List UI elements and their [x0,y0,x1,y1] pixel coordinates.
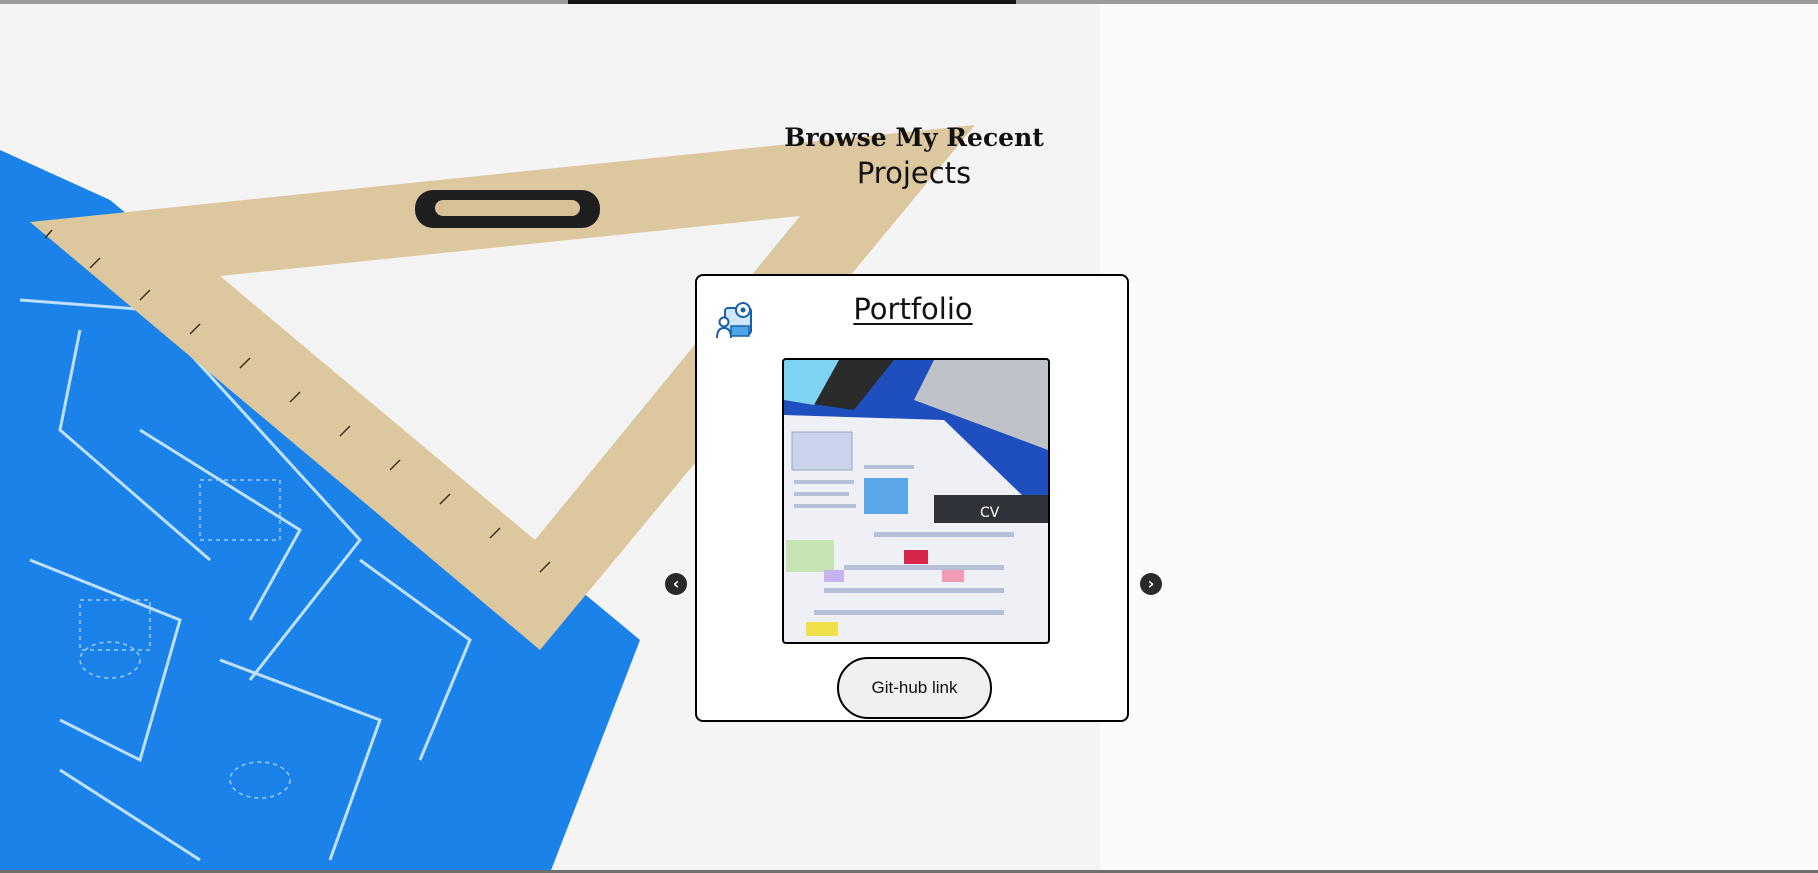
developer-gear-icon [716,302,752,339]
github-link-button[interactable]: Git-hub link [837,657,992,719]
project-card: Portfolio CV Git-hub link [695,274,1129,722]
card-title: Portfolio [853,292,973,326]
heading-line-1: Browse My Recent [784,123,1044,152]
project-image: CV [782,358,1050,644]
cv-label: CV [980,505,1000,521]
section-heading: Browse My Recent Projects [714,122,1114,192]
top-bar-accent [568,0,1016,4]
carousel-next-button[interactable]: › [1140,573,1162,595]
heading-line-2: Projects [856,156,972,190]
chevron-left-icon: ‹ [672,574,680,593]
chevron-right-icon: › [1147,574,1155,593]
carousel-prev-button[interactable]: ‹ [665,573,687,595]
